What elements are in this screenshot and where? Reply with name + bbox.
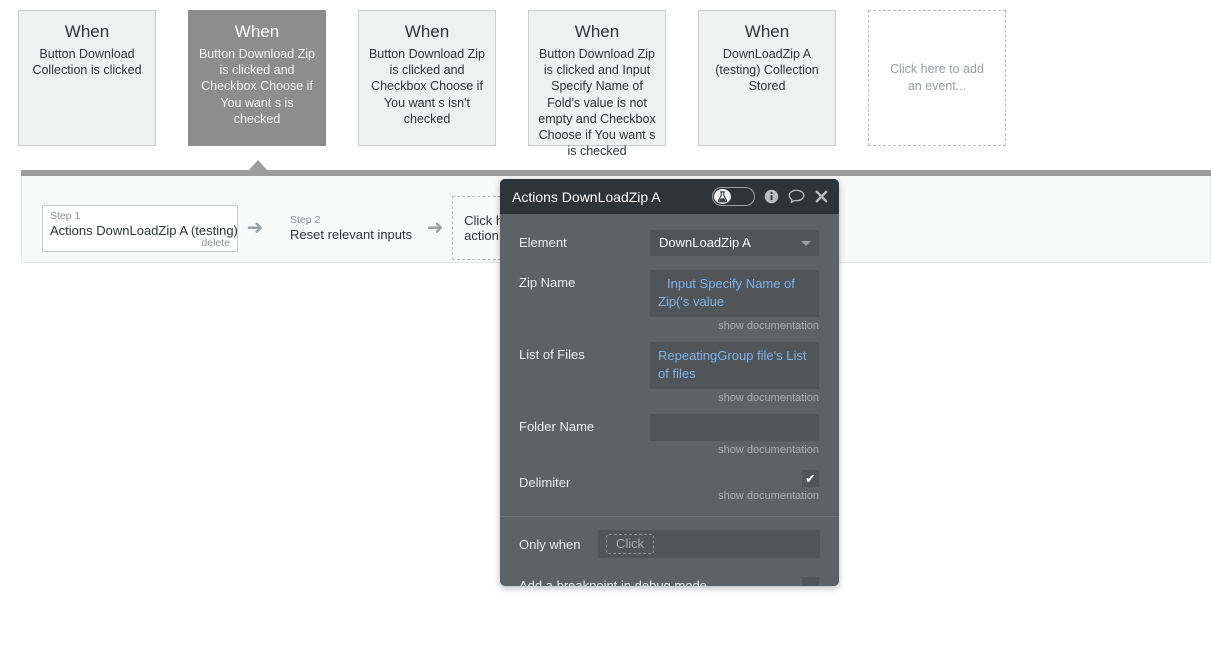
event-when-label: When (744, 22, 790, 41)
event-description: Button Download Zip is clicked and Check… (368, 47, 486, 126)
step-arrow-icon-1: ➜ (246, 217, 264, 239)
event-description: Button Download Zip is clicked and Input… (538, 47, 656, 159)
action-properties-panel: Actions DownLoadZip A Element DownLoadZi… (500, 179, 839, 586)
element-control: DownLoadZip A (650, 230, 819, 256)
folder-name-label: Folder Name (519, 419, 595, 434)
event-description: Button Download Collection is clicked (32, 47, 142, 78)
step-arrow-icon-2: ➜ (426, 217, 444, 239)
zip-name-control: Input Specify Name of Zip('s value show … (650, 270, 819, 332)
event-when-label: When (574, 22, 620, 41)
delimiter-label: Delimiter (519, 475, 571, 490)
zip-name-show-documentation[interactable]: show documentation (650, 320, 819, 332)
breakpoint-checkbox[interactable] (802, 577, 819, 586)
field-row-folder-name: Folder Name show documentation (500, 414, 839, 456)
add-event-card[interactable]: Click here to add an event... (868, 10, 1006, 146)
list-of-files-input[interactable]: RepeatingGroup file's List of files (650, 342, 819, 389)
event-when-label: When (234, 22, 280, 41)
breakpoint-label: Add a breakpoint in debug mode (519, 578, 707, 586)
element-label: Element (519, 235, 567, 250)
event-card-4[interactable]: When Button Download Zip is clicked and … (528, 10, 666, 158)
breakpoint-row: Add a breakpoint in debug mode (500, 577, 839, 586)
field-row-delimiter: Delimiter ✔ show documentation (500, 470, 839, 502)
flask-icon (714, 189, 731, 204)
only-when-label: Only when (519, 536, 581, 552)
element-dropdown[interactable]: DownLoadZip A (650, 230, 819, 256)
only-when-input[interactable]: Click (598, 530, 820, 558)
test-mode-toggle[interactable] (712, 187, 755, 206)
field-row-list-of-files: List of Files RepeatingGroup file's List… (500, 342, 839, 404)
step-2-box[interactable]: Step 2 Reset relevant inputs (272, 214, 418, 243)
only-when-click-chip[interactable]: Click (606, 534, 655, 554)
field-row-zip-name: Zip Name Input Specify Name of Zip('s va… (500, 270, 839, 332)
panel-header-icons (712, 187, 829, 206)
event-when-label: When (64, 22, 110, 41)
info-icon[interactable] (764, 189, 779, 204)
folder-name-input[interactable] (650, 414, 819, 441)
list-of-files-show-documentation[interactable]: show documentation (650, 392, 819, 404)
list-of-files-control: RepeatingGroup file's List of files show… (650, 342, 819, 404)
list-of-files-label: List of Files (519, 347, 585, 362)
field-row-element: Element DownLoadZip A (500, 230, 839, 256)
zip-name-label: Zip Name (519, 275, 576, 290)
panel-title: Actions DownLoadZip A (512, 188, 661, 205)
event-when-label: When (404, 22, 450, 41)
comment-icon[interactable] (788, 189, 805, 204)
chevron-down-icon (801, 240, 811, 246)
step-2-label: Step 2 (290, 213, 321, 226)
step-1-label: Step 1 (50, 209, 81, 222)
step-2-title: Reset relevant inputs (290, 226, 413, 242)
element-dropdown-value: DownLoadZip A (659, 235, 751, 250)
zip-name-input[interactable]: Input Specify Name of Zip('s value (650, 270, 819, 317)
panel-header: Actions DownLoadZip A (500, 179, 839, 214)
event-card-1[interactable]: When Button Download Collection is click… (18, 10, 156, 146)
step-1-box[interactable]: Step 1 Actions DownLoadZip A (testing) d… (42, 204, 238, 252)
delimiter-control: ✔ show documentation (650, 470, 819, 502)
panel-divider (500, 516, 839, 517)
event-card-5[interactable]: When DownLoadZip A (testing) Collection … (698, 10, 836, 146)
close-icon[interactable] (814, 189, 829, 204)
step-1-delete-link[interactable]: delete (201, 237, 230, 249)
event-card-3[interactable]: When Button Download Zip is clicked and … (358, 10, 496, 146)
folder-name-show-documentation[interactable]: show documentation (650, 444, 819, 456)
events-strip: When Button Download Collection is click… (0, 0, 1211, 158)
event-description: Button Download Zip is clicked and Check… (198, 47, 316, 126)
event-description: DownLoadZip A (testing) Collection Store… (715, 47, 819, 94)
folder-name-control: show documentation (650, 414, 819, 456)
delimiter-show-documentation[interactable]: show documentation (650, 490, 819, 502)
only-when-row: Only when Click (500, 530, 839, 558)
event-card-2-selected[interactable]: When Button Download Zip is clicked and … (188, 10, 326, 146)
add-event-label: Click here to add an event... (890, 62, 984, 93)
delimiter-checkbox[interactable]: ✔ (802, 470, 819, 487)
